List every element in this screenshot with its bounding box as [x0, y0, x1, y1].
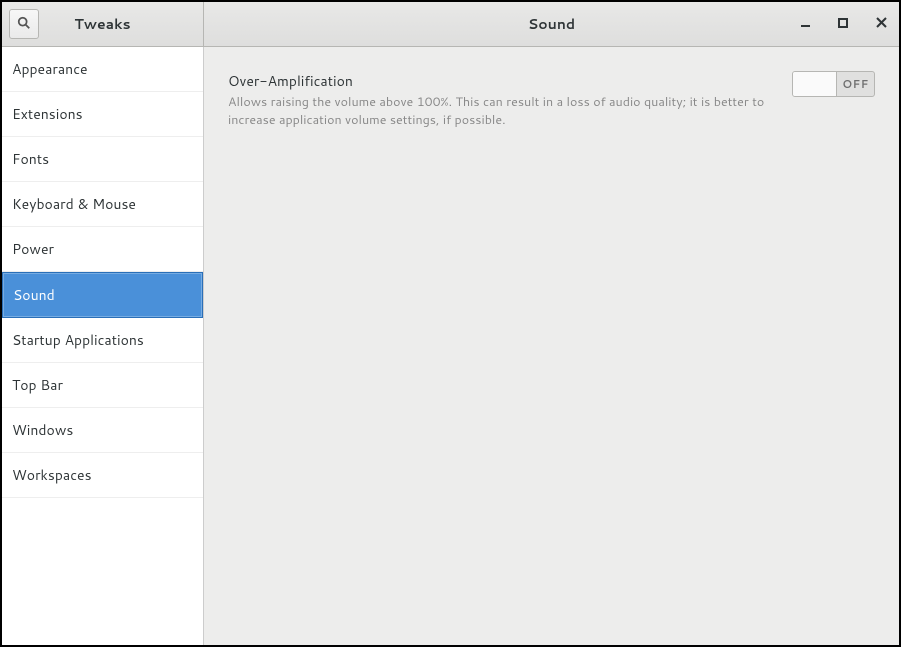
search-button[interactable] [9, 9, 39, 39]
body: Appearance Extensions Fonts Keyboard & M… [2, 47, 899, 645]
sidebar-item-keyboard-mouse[interactable]: Keyboard & Mouse [2, 182, 203, 227]
maximize-icon [838, 15, 848, 33]
sidebar-item-windows[interactable]: Windows [2, 408, 203, 453]
switch-knob [793, 72, 837, 96]
sidebar-item-appearance[interactable]: Appearance [2, 47, 203, 92]
content-pane: Over-Amplification Allows raising the vo… [204, 47, 899, 645]
search-icon [17, 16, 31, 33]
sidebar-item-workspaces[interactable]: Workspaces [2, 453, 203, 498]
titlebar: Tweaks Sound [2, 2, 899, 47]
close-icon [876, 15, 887, 33]
window-controls [795, 2, 891, 46]
titlebar-right: Sound [204, 2, 899, 46]
setting-over-amplification: Over-Amplification Allows raising the vo… [228, 71, 875, 129]
setting-description: Allows raising the volume above 100%. Th… [228, 93, 768, 129]
setting-title: Over-Amplification [228, 71, 768, 91]
maximize-button[interactable] [833, 14, 853, 34]
setting-text: Over-Amplification Allows raising the vo… [228, 71, 768, 129]
sidebar-item-fonts[interactable]: Fonts [2, 137, 203, 182]
minimize-icon [800, 15, 811, 33]
minimize-button[interactable] [795, 14, 815, 34]
titlebar-left: Tweaks [2, 2, 204, 46]
sidebar-item-extensions[interactable]: Extensions [2, 92, 203, 137]
switch-state-label: OFF [837, 72, 874, 96]
sidebar-item-power[interactable]: Power [2, 227, 203, 272]
sidebar-item-startup-applications[interactable]: Startup Applications [2, 318, 203, 363]
app-window: Tweaks Sound [0, 0, 901, 647]
sidebar-item-sound[interactable]: Sound [2, 272, 203, 318]
sidebar: Appearance Extensions Fonts Keyboard & M… [2, 47, 204, 645]
close-button[interactable] [871, 14, 891, 34]
over-amplification-toggle[interactable]: OFF [792, 71, 875, 97]
sidebar-item-top-bar[interactable]: Top Bar [2, 363, 203, 408]
